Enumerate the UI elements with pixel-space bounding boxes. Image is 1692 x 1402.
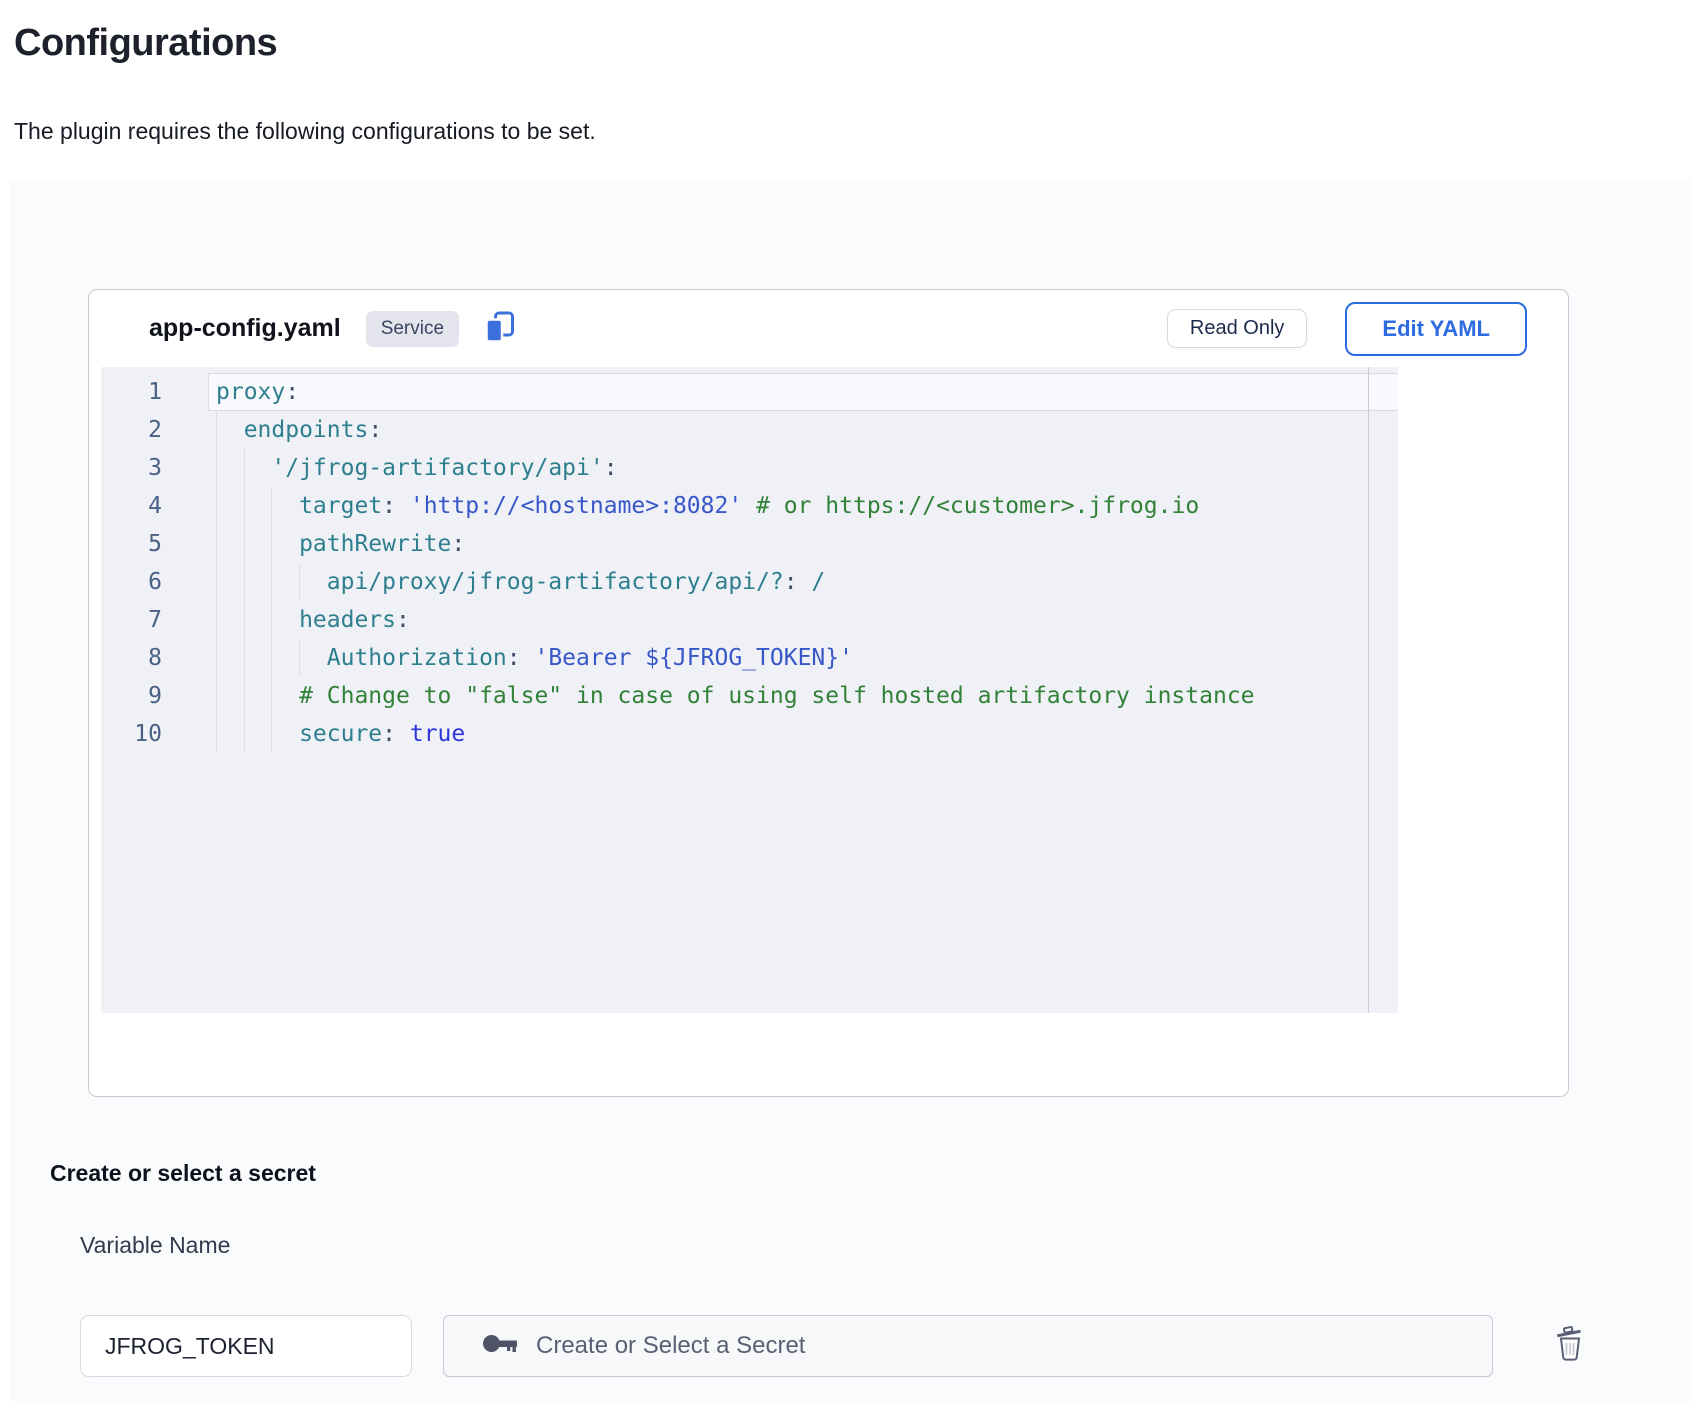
code-line: target: 'http://<hostname>:8082' # or ht… xyxy=(208,487,1398,525)
yaml-card: app-config.yaml Service Read Only Edit Y xyxy=(88,289,1569,1097)
line-number: 9 xyxy=(101,677,208,715)
secret-select[interactable]: Create or Select a Secret xyxy=(443,1315,1493,1377)
code-token: # or https://<customer>.jfrog.io xyxy=(756,493,1199,519)
indent-guide xyxy=(216,411,244,449)
indent-guide xyxy=(271,601,299,639)
indent-guide xyxy=(244,677,272,715)
code-line: '/jfrog-artifactory/api': xyxy=(208,449,1398,487)
code-token: '/jfrog-artifactory/api' xyxy=(271,455,603,481)
code-token: : xyxy=(368,417,382,443)
configurations-page: Configurations The plugin requires the f… xyxy=(0,0,1692,1402)
code-token: pathRewrite xyxy=(299,531,451,557)
indent-guide xyxy=(216,563,244,601)
indent-guide xyxy=(244,487,272,525)
indent-guide xyxy=(299,639,327,677)
secret-section-heading: Create or select a secret xyxy=(50,1160,316,1187)
line-number: 8 xyxy=(101,639,208,677)
code-token: : xyxy=(507,645,535,671)
code-line: headers: xyxy=(208,601,1398,639)
code-token: endpoints xyxy=(244,417,369,443)
line-number: 6 xyxy=(101,563,208,601)
code-line: api/proxy/jfrog-artifactory/api/?: / xyxy=(208,563,1398,601)
code-line: proxy: xyxy=(208,373,1398,411)
code-token: target xyxy=(299,493,382,519)
card-header-left: app-config.yaml Service xyxy=(149,310,516,348)
line-number: 1 xyxy=(101,373,208,411)
indent-guide xyxy=(216,601,244,639)
code-token: headers xyxy=(299,607,396,633)
indent-guide xyxy=(271,639,299,677)
copy-button[interactable] xyxy=(484,310,516,348)
indent-guide xyxy=(216,487,244,525)
service-badge: Service xyxy=(366,311,459,347)
read-only-button[interactable]: Read Only xyxy=(1167,309,1308,348)
code-line: endpoints: xyxy=(208,411,1398,449)
code-token: 'http://<hostname>:8082' xyxy=(410,493,742,519)
line-number: 10 xyxy=(101,715,208,753)
code-token xyxy=(742,493,756,519)
code-token: : xyxy=(382,721,410,747)
line-number: 5 xyxy=(101,525,208,563)
config-panel: app-config.yaml Service Read Only Edit Y xyxy=(10,180,1692,1402)
indent-guide xyxy=(244,639,272,677)
code-token: # Change to "false" in case of using sel… xyxy=(299,683,1254,709)
indent-guide xyxy=(271,563,299,601)
delete-secret-button[interactable] xyxy=(1546,1320,1594,1370)
indent-guide xyxy=(244,563,272,601)
secret-select-placeholder: Create or Select a Secret xyxy=(536,1332,805,1360)
indent-guide xyxy=(216,525,244,563)
page-subtitle: The plugin requires the following config… xyxy=(14,118,596,145)
code-token: : xyxy=(396,607,410,633)
trash-icon xyxy=(1553,1324,1587,1367)
card-header: app-config.yaml Service Read Only Edit Y xyxy=(89,290,1568,367)
indent-guide xyxy=(271,715,299,753)
editor-gutter: 12345678910 xyxy=(101,367,208,1013)
indent-guide xyxy=(299,563,327,601)
code-token: : xyxy=(604,455,618,481)
page-title: Configurations xyxy=(14,22,277,65)
code-token: true xyxy=(410,721,465,747)
file-name: app-config.yaml xyxy=(149,314,341,343)
indent-guide xyxy=(244,449,272,487)
code-token: : xyxy=(451,531,465,557)
code-token: api/proxy/jfrog-artifactory/api/? xyxy=(327,569,784,595)
indent-guide xyxy=(271,677,299,715)
code-token: : xyxy=(382,493,410,519)
line-number: 7 xyxy=(101,601,208,639)
edit-yaml-button[interactable]: Edit YAML xyxy=(1345,302,1527,356)
indent-guide xyxy=(244,715,272,753)
line-number: 3 xyxy=(101,449,208,487)
yaml-editor[interactable]: 12345678910 proxy:endpoints:'/jfrog-arti… xyxy=(101,367,1398,1013)
indent-guide xyxy=(216,639,244,677)
code-line: Authorization: 'Bearer ${JFROG_TOKEN}' xyxy=(208,639,1398,677)
code-token: 'Bearer ${JFROG_TOKEN}' xyxy=(534,645,853,671)
code-line: pathRewrite: xyxy=(208,525,1398,563)
editor-scrollbar[interactable] xyxy=(1368,367,1369,1013)
indent-guide xyxy=(216,677,244,715)
code-token: Authorization xyxy=(327,645,507,671)
indent-guide xyxy=(271,487,299,525)
variable-name-label: Variable Name xyxy=(80,1232,230,1259)
code-line: # Change to "false" in case of using sel… xyxy=(208,677,1398,715)
code-token: / xyxy=(811,569,825,595)
line-number: 2 xyxy=(101,411,208,449)
indent-guide xyxy=(244,525,272,563)
line-number: 4 xyxy=(101,487,208,525)
card-header-right: Read Only Edit YAML xyxy=(1167,302,1527,356)
copy-icon xyxy=(484,310,516,348)
indent-guide xyxy=(271,525,299,563)
code-token: : xyxy=(285,379,299,405)
key-icon xyxy=(482,1333,519,1359)
variable-name-input[interactable] xyxy=(80,1315,412,1377)
code-token: : xyxy=(784,569,812,595)
code-line: secure: true xyxy=(208,715,1398,753)
code-token: secure xyxy=(299,721,382,747)
indent-guide xyxy=(244,601,272,639)
indent-guide xyxy=(216,449,244,487)
code-area[interactable]: proxy:endpoints:'/jfrog-artifactory/api'… xyxy=(208,367,1398,1013)
code-token: proxy xyxy=(216,379,285,405)
indent-guide xyxy=(216,715,244,753)
